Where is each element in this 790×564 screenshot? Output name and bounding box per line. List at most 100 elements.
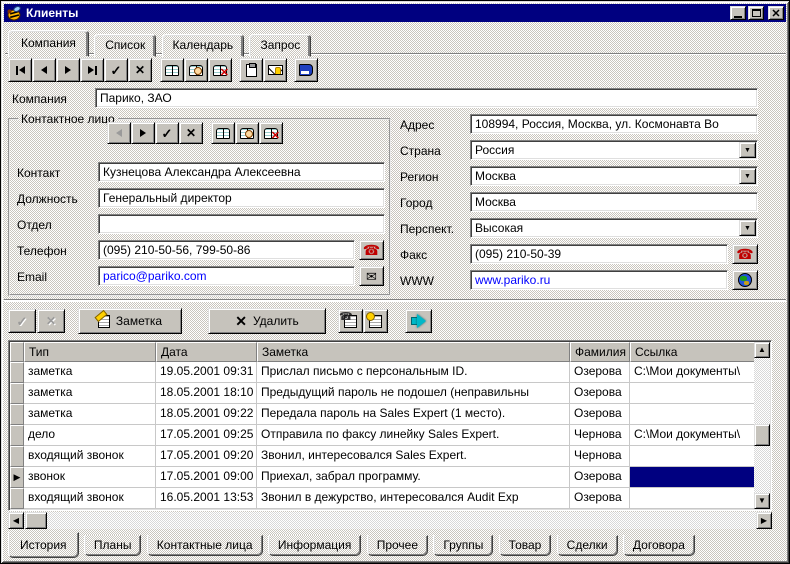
hscroll-thumb[interactable] <box>25 512 47 529</box>
row-selector[interactable] <box>10 404 24 425</box>
title-bar[interactable]: Клиенты ✕ <box>4 4 786 22</box>
tab-list[interactable]: Список <box>94 34 157 57</box>
first-record-button[interactable] <box>8 58 32 82</box>
cell-note[interactable]: Передала пароль на Sales Expert (1 место… <box>257 404 570 425</box>
cell-type[interactable]: заметка <box>24 404 156 425</box>
cell-surname[interactable]: Озерова <box>570 404 630 425</box>
cell-type[interactable]: заметка <box>24 362 156 383</box>
cell-note[interactable]: Отправила по факсу линейку Sales Expert. <box>257 425 570 446</box>
cell-type[interactable]: входящий звонок <box>24 446 156 467</box>
open-card-button[interactable] <box>160 58 184 82</box>
note-button[interactable]: Заметка <box>78 308 182 334</box>
cell-date[interactable]: 16.05.2001 13:53 <box>156 488 257 509</box>
table-row[interactable]: дело 17.05.2001 09:25 Отправила по факсу… <box>10 425 754 446</box>
cell-link[interactable] <box>630 488 754 509</box>
cell-date[interactable]: 17.05.2001 09:00 <box>156 467 257 488</box>
new-card-button[interactable] <box>184 58 208 82</box>
tab-plans[interactable]: Планы <box>83 535 142 556</box>
col-header-date[interactable]: Дата <box>156 342 257 362</box>
country-combo[interactable]: ▼ <box>470 140 758 160</box>
contact-open-button[interactable] <box>211 122 235 144</box>
cell-surname[interactable]: Озерова <box>570 383 630 404</box>
cell-surname[interactable]: Озерова <box>570 488 630 509</box>
region-input[interactable] <box>470 166 758 186</box>
history-post-button[interactable]: ✓ <box>8 309 36 333</box>
country-dropdown-button[interactable]: ▼ <box>739 142 756 158</box>
vscroll-down-button[interactable]: ▼ <box>754 493 770 509</box>
cell-surname[interactable]: Озерова <box>570 467 630 488</box>
cell-date[interactable]: 18.05.2001 18:10 <box>156 383 257 404</box>
contact-next-button[interactable] <box>131 122 155 144</box>
cell-date[interactable]: 17.05.2001 09:25 <box>156 425 257 446</box>
table-row[interactable]: заметка 18.05.2001 09:22 Передала пароль… <box>10 404 754 425</box>
contact-prior-button[interactable] <box>107 122 131 144</box>
history-cancel-button[interactable]: ✕ <box>37 309 65 333</box>
region-combo[interactable]: ▼ <box>470 166 758 186</box>
vscroll-up-button[interactable]: ▲ <box>754 342 770 358</box>
row-selector[interactable] <box>10 425 24 446</box>
cell-link[interactable] <box>630 404 754 425</box>
hscroll-left-button[interactable]: ◀ <box>8 512 24 529</box>
table-row[interactable]: заметка 19.05.2001 09:31 Прислал письмо … <box>10 362 754 383</box>
cell-link[interactable] <box>630 383 754 404</box>
tab-query[interactable]: Запрос <box>249 34 312 57</box>
cell-type[interactable]: дело <box>24 425 156 446</box>
company-input[interactable] <box>95 88 758 108</box>
table-row[interactable]: входящий звонок 16.05.2001 13:53 Звонил … <box>10 488 754 509</box>
last-record-button[interactable] <box>80 58 104 82</box>
cell-surname[interactable]: Чернова <box>570 446 630 467</box>
cell-note[interactable]: Приехал, забрал программу. <box>257 467 570 488</box>
tab-other[interactable]: Прочее <box>366 535 428 556</box>
tab-contracts[interactable]: Договора <box>622 535 695 556</box>
fax-input[interactable] <box>470 244 728 264</box>
col-header-note[interactable]: Заметка <box>257 342 570 362</box>
maximize-button[interactable] <box>748 6 764 20</box>
col-header-type[interactable]: Тип <box>24 342 156 362</box>
email-input[interactable] <box>98 266 355 286</box>
tab-company[interactable]: Компания <box>8 30 89 57</box>
tab-history[interactable]: История <box>8 532 79 558</box>
contact-delete-button[interactable] <box>259 122 283 144</box>
region-dropdown-button[interactable]: ▼ <box>739 168 756 184</box>
next-record-button[interactable] <box>56 58 80 82</box>
current-row-selector[interactable]: ▶ <box>10 467 24 488</box>
contact-cancel-button[interactable]: ✕ <box>179 122 203 144</box>
phone-input[interactable] <box>98 240 355 260</box>
prospect-input[interactable] <box>470 218 758 238</box>
cell-note[interactable]: Звонил, интересовался Sales Expert. <box>257 446 570 467</box>
cell-note[interactable]: Прислал письмо с персональным ID. <box>257 362 570 383</box>
cell-link[interactable] <box>630 446 754 467</box>
www-input[interactable] <box>470 270 728 290</box>
vscroll-thumb[interactable] <box>754 424 770 446</box>
row-selector[interactable] <box>10 383 24 404</box>
clipboard-button[interactable] <box>239 58 263 82</box>
notes-button[interactable] <box>294 58 318 82</box>
post-record-button[interactable]: ✓ <box>104 58 128 82</box>
contact-post-button[interactable]: ✓ <box>155 122 179 144</box>
send-email-button[interactable]: ✉ <box>359 266 384 286</box>
position-input[interactable] <box>98 188 385 208</box>
tab-deals[interactable]: Сделки <box>556 535 618 556</box>
cell-surname[interactable]: Озерова <box>570 362 630 383</box>
minimize-button[interactable] <box>730 6 746 20</box>
cell-surname[interactable]: Чернова <box>570 425 630 446</box>
grid-vscrollbar[interactable]: ▲ ▼ <box>754 342 770 509</box>
prospect-dropdown-button[interactable]: ▼ <box>739 220 756 236</box>
hscroll-right-button[interactable]: ▶ <box>756 512 772 529</box>
cell-note[interactable]: Звонил в дежурство, интересовался Audit … <box>257 488 570 509</box>
prior-record-button[interactable] <box>32 58 56 82</box>
open-website-button[interactable] <box>732 270 758 290</box>
contact-input[interactable] <box>98 162 385 182</box>
go-button[interactable] <box>405 309 432 333</box>
cell-link[interactable]: C:\Мои документы\ <box>630 425 754 446</box>
tab-information[interactable]: Информация <box>267 535 362 556</box>
phone-note-button[interactable] <box>338 309 363 333</box>
prospect-combo[interactable]: ▼ <box>470 218 758 238</box>
note-reminder-button[interactable] <box>363 309 388 333</box>
delete-button[interactable]: ✕ Удалить <box>208 308 326 334</box>
dial-fax-button[interactable]: ☎ <box>732 244 758 264</box>
close-button[interactable]: ✕ <box>768 6 784 20</box>
cell-date[interactable]: 17.05.2001 09:20 <box>156 446 257 467</box>
mail-merge-button[interactable] <box>263 58 287 82</box>
cell-date[interactable]: 18.05.2001 09:22 <box>156 404 257 425</box>
